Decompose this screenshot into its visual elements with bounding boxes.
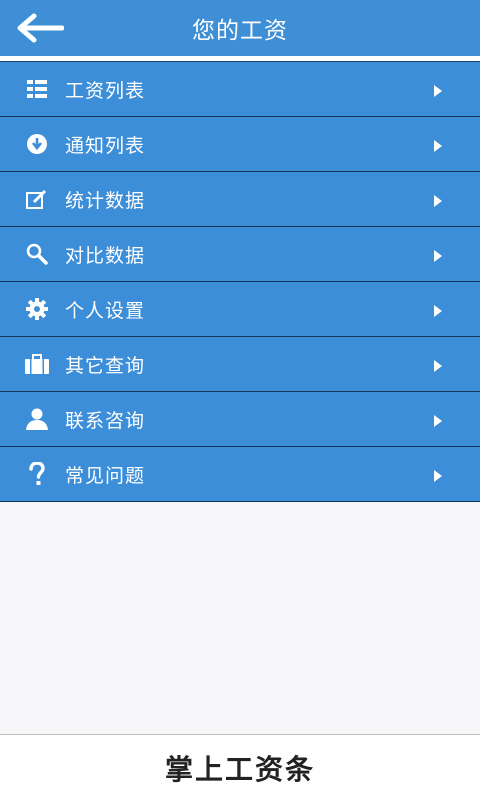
app-brand: 掌上工资条 (164, 753, 315, 786)
top-bar: 您的工资 (0, 0, 480, 56)
chevron-right-icon (434, 470, 442, 482)
menu-item-label: 通知列表 (65, 134, 146, 157)
back-button[interactable] (12, 8, 66, 48)
menu-item-notice-list[interactable]: 通知列表 (0, 117, 480, 172)
menu-item-faq[interactable]: 常见问题 (0, 447, 480, 502)
back-arrow-icon (17, 13, 64, 43)
menu-item-other-query[interactable]: 其它查询 (0, 337, 480, 392)
chevron-right-icon (434, 305, 442, 317)
chevron-right-icon (434, 415, 442, 427)
edit-icon (25, 187, 49, 211)
menu-item-label: 其它查询 (65, 354, 146, 377)
menu-item-label: 联系咨询 (65, 409, 146, 432)
chevron-right-icon (434, 195, 442, 207)
grid-list-icon (25, 77, 49, 101)
menu-item-label: 统计数据 (65, 189, 146, 212)
menu-item-settings[interactable]: 个人设置 (0, 282, 480, 337)
chevron-right-icon (434, 250, 442, 262)
page-title: 您的工资 (192, 18, 288, 44)
menu-item-label: 常见问题 (65, 464, 146, 487)
download-circle-icon (25, 132, 49, 156)
menu-item-label: 对比数据 (65, 244, 146, 267)
question-icon (25, 462, 49, 486)
menu-item-label: 个人设置 (65, 299, 146, 322)
chevron-right-icon (434, 360, 442, 372)
menu-item-compare[interactable]: 对比数据 (0, 227, 480, 282)
menu-item-label: 工资列表 (65, 79, 146, 102)
chevron-right-icon (434, 140, 442, 152)
menu-list: 工资列表 通知列表 统计数据 对比数据 个人设置 其它查询 联系咨询 常见问题 (0, 61, 480, 502)
footer-bar: 掌上工资条 (0, 734, 480, 801)
gear-icon (25, 297, 49, 321)
menu-item-salary-list[interactable]: 工资列表 (0, 62, 480, 117)
briefcase-icon (25, 352, 49, 376)
menu-item-contact[interactable]: 联系咨询 (0, 392, 480, 447)
user-icon (25, 407, 49, 431)
chevron-right-icon (434, 85, 442, 97)
menu-item-statistics[interactable]: 统计数据 (0, 172, 480, 227)
search-icon (25, 242, 49, 266)
